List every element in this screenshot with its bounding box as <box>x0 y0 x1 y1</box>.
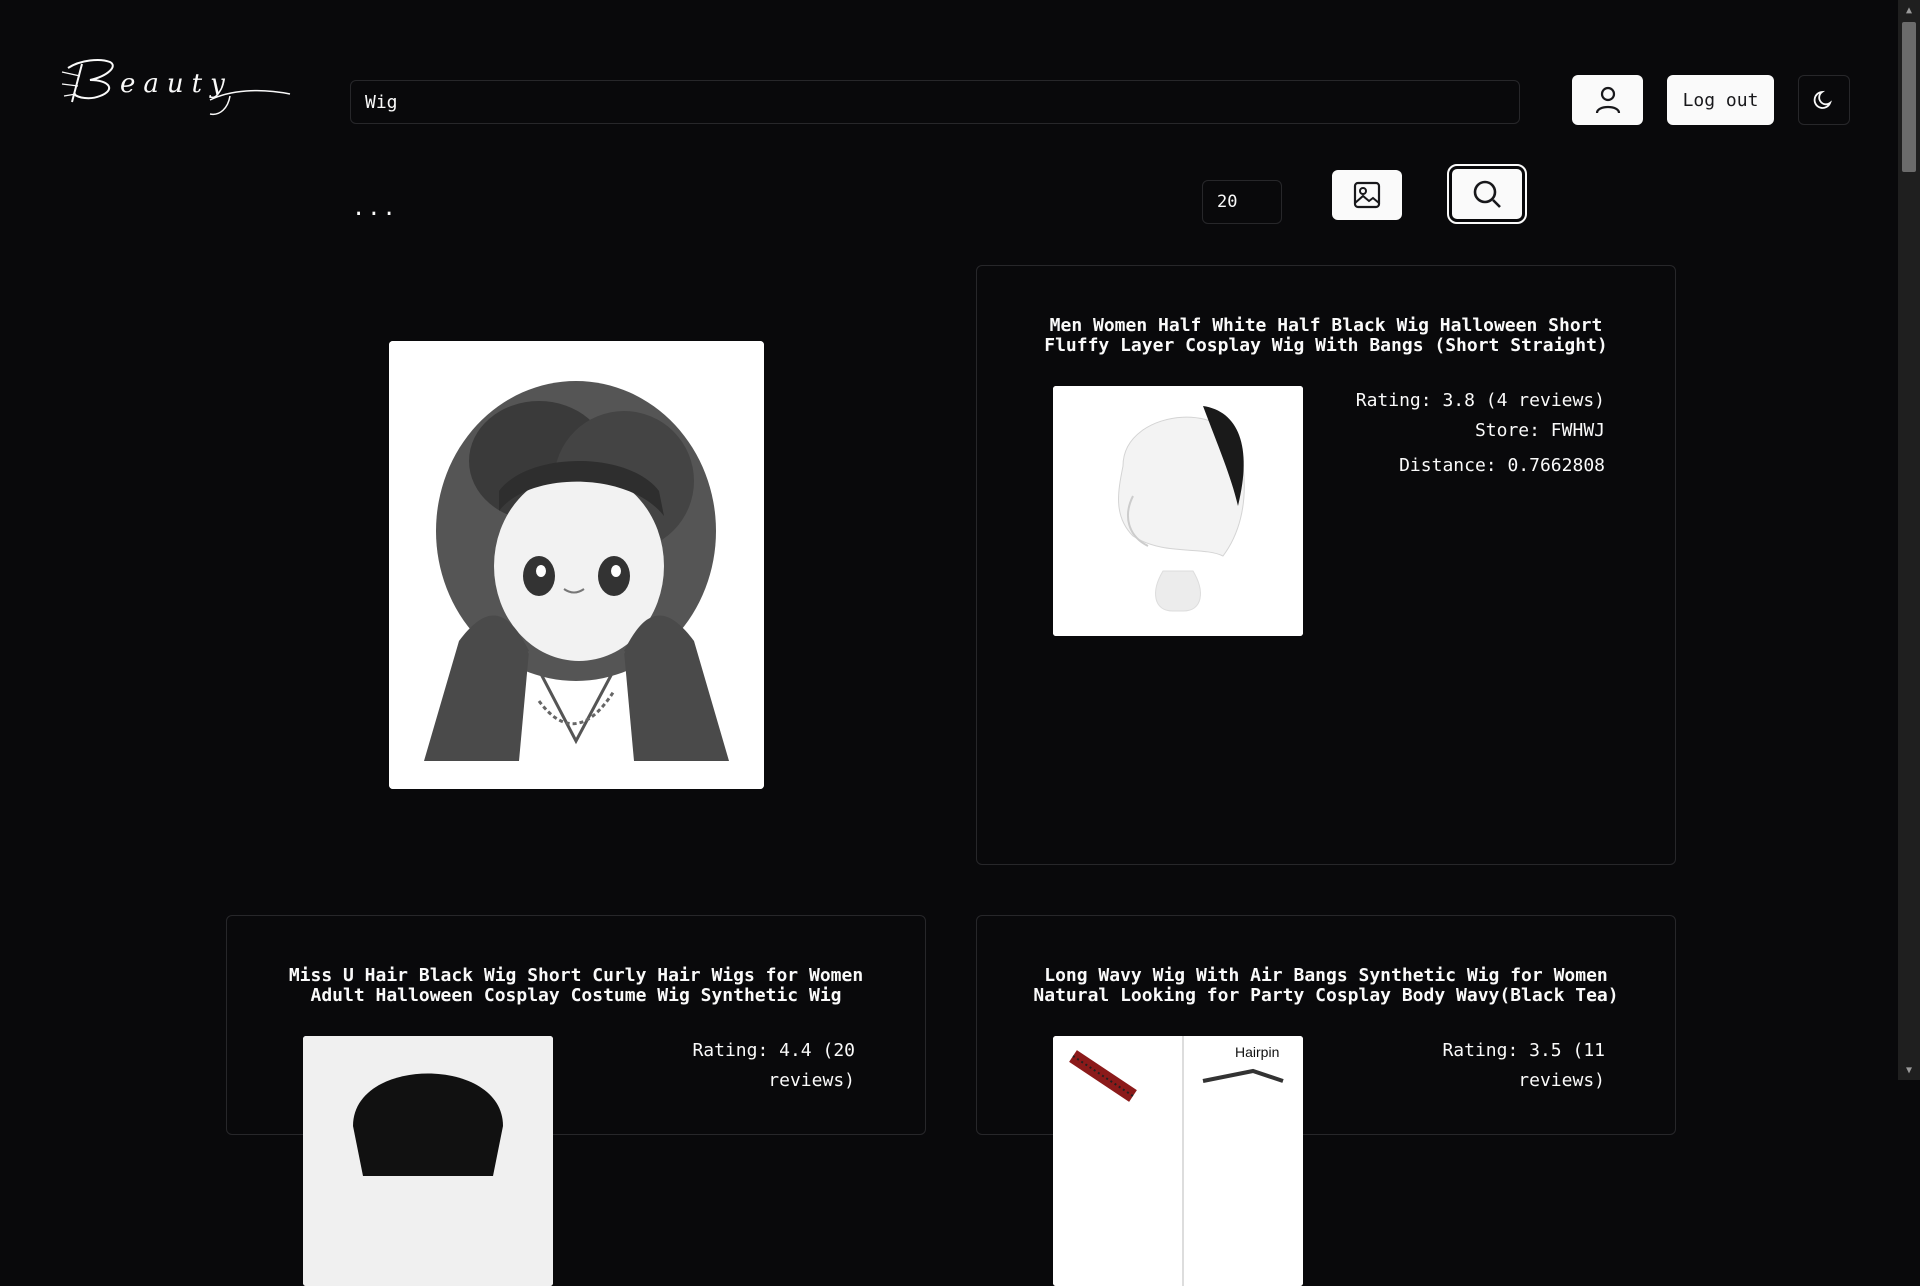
logo[interactable]: eauty <box>60 50 295 125</box>
result-card[interactable]: Men Women Half White Half Black Wig Hall… <box>976 265 1676 865</box>
result-meta: Rating: 3.5 (11 reviews) <box>1405 1036 1605 1096</box>
result-title: Miss U Hair Black Wig Short Curly Hair W… <box>288 965 864 1006</box>
result-rating: Rating: 3.8 (4 reviews) <box>1355 390 1605 411</box>
user-icon <box>1595 86 1620 114</box>
result-thumbnail <box>1053 386 1303 636</box>
wig-accessories-image <box>1053 1036 1303 1286</box>
wig-product-image <box>1053 386 1303 636</box>
wig-product-image <box>303 1036 553 1286</box>
more-options-button[interactable]: ... <box>352 196 398 221</box>
result-rating: Rating: 3.5 (11 reviews) <box>1442 1040 1605 1091</box>
profile-button[interactable] <box>1572 75 1643 125</box>
result-card[interactable]: Miss U Hair Black Wig Short Curly Hair W… <box>226 915 926 1286</box>
thumbnail-label: Hairpin <box>1235 1044 1280 1060</box>
page-scrollbar[interactable]: ▲ ▼ <box>1898 0 1920 1080</box>
search-input-value: Wig <box>365 91 398 113</box>
moon-icon <box>1813 90 1833 109</box>
result-title: Men Women Half White Half Black Wig Hall… <box>1044 315 1608 356</box>
svg-text:eauty: eauty <box>120 69 233 99</box>
scroll-down-icon[interactable]: ▼ <box>1898 1060 1920 1080</box>
search-icon <box>1473 180 1501 208</box>
logout-button[interactable]: Log out <box>1667 75 1774 125</box>
beauty-logo-script: eauty <box>61 59 291 116</box>
result-meta: Rating: 3.8 (4 reviews) Store: FWHWJ Dis… <box>1325 386 1605 481</box>
result-distance: Distance: 0.7662808 <box>1399 455 1605 476</box>
logout-label: Log out <box>1682 89 1759 111</box>
scrollbar-thumb[interactable] <box>1902 22 1916 172</box>
scroll-up-icon[interactable]: ▲ <box>1898 0 1920 20</box>
image-icon <box>1353 181 1381 209</box>
result-rating: Rating: 4.4 (20 reviews) <box>692 1040 855 1091</box>
result-thumbnail <box>303 1036 553 1286</box>
search-button[interactable] <box>1447 164 1527 224</box>
result-title: Long Wavy Wig With Air Bangs Synthetic W… <box>1033 965 1619 1006</box>
result-thumbnail: Hairpin <box>1053 1036 1303 1286</box>
result-count-input[interactable]: 20 <box>1202 180 1282 224</box>
anime-sketch-image <box>389 341 764 789</box>
result-count-value: 20 <box>1217 192 1238 212</box>
search-input[interactable]: Wig <box>350 80 1520 124</box>
query-image <box>389 341 764 789</box>
result-meta: Rating: 4.4 (20 reviews) <box>655 1036 855 1096</box>
result-card[interactable]: Long Wavy Wig With Air Bangs Synthetic W… <box>976 915 1676 1286</box>
image-upload-button[interactable] <box>1332 170 1402 220</box>
theme-toggle-button[interactable] <box>1798 75 1850 125</box>
result-store: Store: FWHWJ <box>1474 420 1605 441</box>
